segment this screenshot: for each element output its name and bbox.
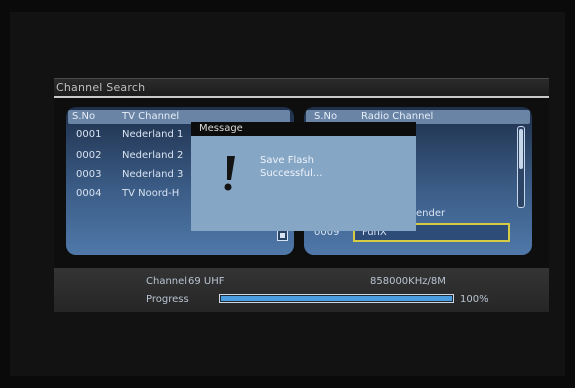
message-line-1: Save Flash <box>260 155 314 166</box>
progress-fill <box>221 296 452 301</box>
progress-label: Progress <box>146 294 189 305</box>
progress-percent: 100% <box>460 294 489 305</box>
scroll-indicator-icon <box>277 230 288 241</box>
exclamation-icon <box>224 156 235 191</box>
tv-row-number: 0004 <box>76 188 102 199</box>
tv-row[interactable]: 0001 Nederland 1 <box>76 128 192 142</box>
tv-sno-header: S.No <box>72 111 96 122</box>
radio-scrollbar[interactable] <box>517 126 525 208</box>
tv-row[interactable]: 0003 Nederland 3 <box>76 168 192 182</box>
window-title: Channel Search <box>56 81 146 94</box>
tv-row-number: 0003 <box>76 169 102 180</box>
progress-bar <box>219 294 454 303</box>
status-bar <box>54 268 549 312</box>
tv-row-name: Nederland 2 <box>122 150 184 161</box>
frequency-readout: 858000KHz/8M <box>370 276 446 287</box>
tv-name-header: TV Channel <box>122 111 180 122</box>
tv-row-number: 0001 <box>76 129 102 140</box>
channel-label: Channel <box>146 276 188 287</box>
radio-row[interactable]: ender <box>416 207 496 221</box>
tv-row[interactable]: 0002 Nederland 2 <box>76 149 192 163</box>
tv-row-name: TV Noord-H <box>122 188 180 199</box>
radio-row-name: ender <box>416 208 446 219</box>
tv-row-name: Nederland 1 <box>122 129 184 140</box>
scrollbar-thumb[interactable] <box>519 129 523 169</box>
tv-row[interactable]: 0004 TV Noord-H <box>76 187 192 201</box>
message-dialog-text: Save Flash Successful... <box>260 154 322 180</box>
message-dialog-title: Message <box>199 123 243 134</box>
tv-row-number: 0002 <box>76 150 102 161</box>
message-line-2: Successful... <box>260 168 323 179</box>
channel-value: 69 UHF <box>188 276 225 287</box>
tv-row-name: Nederland 3 <box>122 169 184 180</box>
window-header: Channel Search <box>54 78 549 98</box>
